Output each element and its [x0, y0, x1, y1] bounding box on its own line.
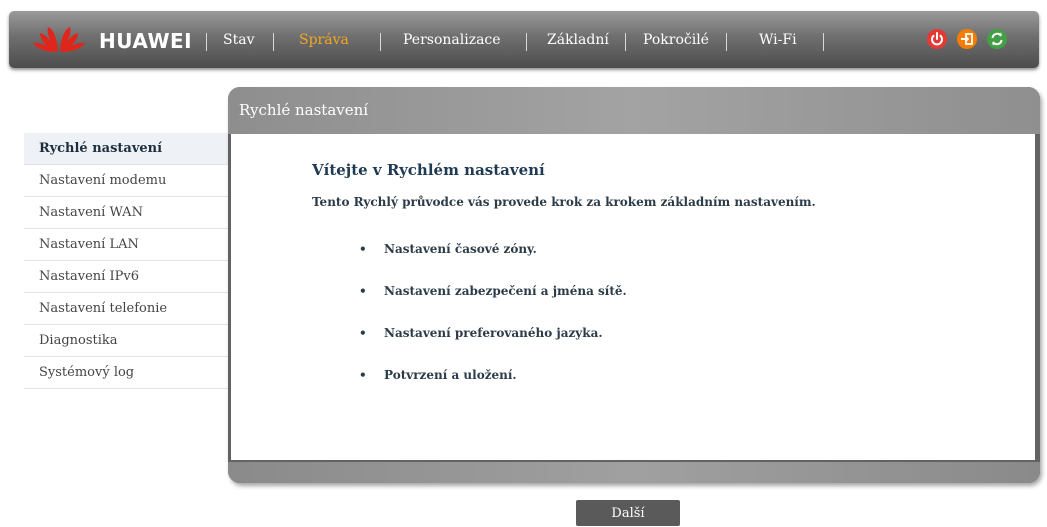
huawei-logo-icon: [33, 27, 85, 52]
brand-name: HUAWEI: [99, 29, 193, 53]
nav-separator: [726, 33, 727, 51]
nav-separator: [273, 33, 274, 51]
nav-item-personalizace[interactable]: Personalizace: [403, 32, 501, 48]
welcome-heading: Vítejte v Rychlém nastavení: [312, 161, 545, 179]
list-item: • Nastavení zabezpečení a jména sítě.: [359, 284, 627, 326]
bullet-icon: •: [359, 242, 367, 256]
panel-body: Vítejte v Rychlém nastavení Tento Rychlý…: [231, 134, 1035, 460]
intro-text: Tento Rychlý průvodce vás provede krok z…: [312, 195, 816, 209]
list-item: • Nastavení časové zóny.: [359, 242, 627, 284]
bullet-icon: •: [359, 326, 367, 340]
nav-item-zakladni[interactable]: Základní: [547, 32, 609, 48]
step-text: Nastavení zabezpečení a jména sítě.: [384, 284, 627, 298]
step-text: Nastavení preferovaného jazyka.: [384, 326, 603, 340]
nav-separator: [823, 33, 824, 51]
sidebar-item-systemovy-log[interactable]: Systémový log: [24, 357, 229, 389]
sidebar-item-nastaveni-lan[interactable]: Nastavení LAN: [24, 229, 229, 261]
step-text: Nastavení časové zóny.: [384, 242, 537, 256]
sidebar-item-rychle-nastaveni[interactable]: Rychlé nastavení: [24, 133, 229, 165]
list-item: • Potvrzení a uložení.: [359, 368, 627, 410]
nav-item-stav[interactable]: Stav: [223, 32, 254, 48]
sidebar-item-nastaveni-telefonie[interactable]: Nastavení telefonie: [24, 293, 229, 325]
nav-item-pokrocile[interactable]: Pokročilé: [643, 32, 709, 48]
list-item: • Nastavení preferovaného jazyka.: [359, 326, 627, 368]
nav-separator: [206, 33, 207, 51]
sidebar-item-nastaveni-wan[interactable]: Nastavení WAN: [24, 197, 229, 229]
nav-separator: [526, 33, 527, 51]
panel-header: Rychlé nastavení: [228, 87, 1040, 134]
nav-separator: [380, 33, 381, 51]
next-button[interactable]: Další: [576, 500, 680, 526]
panel-footer: [228, 462, 1040, 483]
sidebar-menu: Rychlé nastavení Nastavení modemu Nastav…: [24, 133, 229, 389]
sidebar-item-nastaveni-modemu[interactable]: Nastavení modemu: [24, 165, 229, 197]
power-icon[interactable]: [927, 29, 947, 49]
steps-list: • Nastavení časové zóny. • Nastavení zab…: [359, 242, 627, 410]
bullet-icon: •: [359, 284, 367, 298]
bullet-icon: •: [359, 368, 367, 382]
nav-separator: [625, 33, 626, 51]
refresh-icon[interactable]: [987, 29, 1007, 49]
sidebar-item-nastaveni-ipv6[interactable]: Nastavení IPv6: [24, 261, 229, 293]
nav-item-wifi[interactable]: Wi-Fi: [759, 32, 797, 48]
logout-icon[interactable]: [957, 29, 977, 49]
quick-setup-panel: Rychlé nastavení Vítejte v Rychlém nasta…: [228, 87, 1040, 483]
sidebar-item-diagnostika[interactable]: Diagnostika: [24, 325, 229, 357]
panel-title: Rychlé nastavení: [239, 101, 369, 119]
nav-item-sprava[interactable]: Správa: [299, 32, 349, 48]
step-text: Potvrzení a uložení.: [384, 368, 517, 382]
top-navigation-bar: HUAWEI Stav Správa Personalizace Základn…: [9, 11, 1039, 68]
